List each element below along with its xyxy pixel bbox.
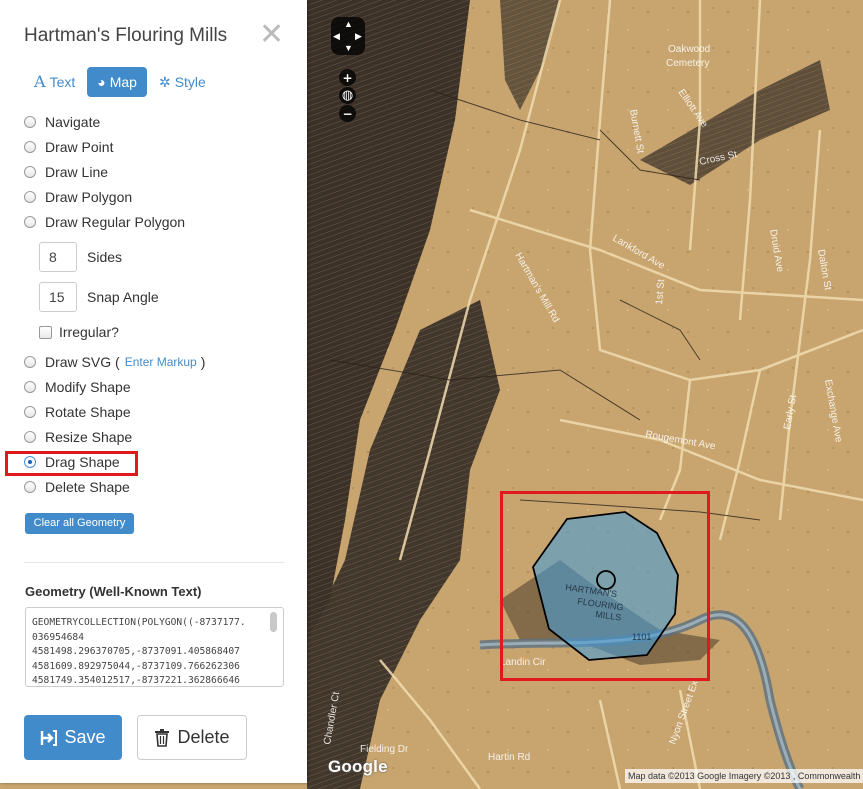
radio-button[interactable]	[24, 191, 36, 203]
textarea-scrollbar[interactable]	[270, 612, 277, 632]
irregular-label: Irregular?	[59, 324, 119, 340]
save-icon	[41, 729, 58, 746]
drag-shape-highlight	[5, 451, 138, 476]
irregular-checkbox[interactable]	[39, 326, 52, 339]
tab-bar: A Text ◕ Map ✲ Style	[24, 67, 218, 97]
zoom-in-button[interactable]: +	[339, 69, 356, 86]
radio-button[interactable]	[24, 116, 36, 128]
tab-text-label: Text	[49, 74, 76, 90]
svg-text:1st St: 1st St	[654, 279, 667, 306]
trash-icon	[155, 728, 170, 747]
tool-label: Draw Line	[45, 164, 109, 180]
pan-control[interactable]: ▲ ◀ ▶ ▼	[331, 17, 365, 55]
tool-label: Draw Point	[45, 139, 114, 155]
radio-button[interactable]	[24, 141, 36, 153]
tool-label: Rotate Shape	[45, 404, 131, 420]
tool-modify-shape[interactable]: Modify Shape	[24, 377, 131, 397]
radio-button[interactable]	[24, 166, 36, 178]
globe-icon: ◕	[97, 74, 106, 90]
save-button[interactable]: Save	[24, 715, 122, 760]
panel-title: Hartman's Flouring Mills	[24, 25, 228, 46]
snap-angle-label: Snap Angle	[87, 289, 159, 305]
radio-button[interactable]	[24, 481, 36, 493]
tab-style-label: Style	[174, 74, 206, 90]
divider	[24, 562, 284, 563]
pan-left-icon[interactable]: ◀	[333, 31, 340, 42]
tab-style[interactable]: ✲ Style	[149, 67, 216, 97]
pan-right-icon[interactable]: ▶	[355, 31, 362, 42]
edit-panel: Hartman's Flouring Mills ✕ A Text ◕ Map …	[0, 0, 307, 783]
close-icon[interactable]: ✕	[259, 20, 284, 50]
tool-delete-shape[interactable]: Delete Shape	[24, 477, 130, 497]
radio-button[interactable]	[24, 406, 36, 418]
radio-button[interactable]	[24, 356, 36, 368]
pan-up-icon[interactable]: ▲	[344, 19, 353, 29]
tool-draw-point[interactable]: Draw Point	[24, 137, 113, 157]
svg-text:Fielding Dr: Fielding Dr	[360, 744, 409, 755]
delete-label: Delete	[177, 727, 230, 747]
sides-label: Sides	[87, 249, 123, 265]
tool-label: Modify Shape	[45, 379, 131, 395]
polygon-highlight-box	[500, 491, 710, 681]
tool-draw-line[interactable]: Draw Line	[24, 162, 108, 182]
google-logo: Google	[328, 757, 388, 776]
globe-icon[interactable]: ◍	[339, 87, 356, 104]
pan-down-icon[interactable]: ▼	[344, 43, 353, 53]
radio-button[interactable]	[24, 216, 36, 228]
tool-navigate[interactable]: Navigate	[24, 112, 100, 132]
tab-map[interactable]: ◕ Map	[87, 67, 147, 97]
tool-label: Draw SVG (	[45, 354, 120, 370]
enter-markup-link[interactable]: Enter Markup	[125, 355, 197, 369]
svg-text:Cemetery: Cemetery	[666, 58, 709, 69]
text-icon: A	[34, 72, 46, 91]
sides-input[interactable]	[39, 242, 77, 272]
tool-label: Resize Shape	[45, 429, 133, 445]
radio-button[interactable]	[24, 381, 36, 393]
tab-map-label: Map	[109, 74, 137, 90]
tool-label: Draw Regular Polygon	[45, 214, 186, 230]
tool-draw-svg[interactable]: Draw SVG ( Enter Markup )	[24, 352, 205, 372]
tool-label-close: )	[200, 354, 206, 370]
tool-resize-shape[interactable]: Resize Shape	[24, 427, 132, 447]
delete-button[interactable]: Delete	[137, 715, 247, 760]
tool-draw-regular-polygon[interactable]: Draw Regular Polygon	[24, 212, 185, 232]
zoom-out-button[interactable]: −	[339, 105, 356, 122]
snap-angle-input[interactable]	[39, 282, 77, 312]
clear-geometry-button[interactable]: Clear all Geometry	[25, 513, 134, 534]
tool-label: Draw Polygon	[45, 189, 133, 205]
map-attribution: Map data ©2013 Google Imagery ©2013 , Co…	[625, 769, 863, 783]
tool-label: Navigate	[45, 114, 101, 130]
tool-rotate-shape[interactable]: Rotate Shape	[24, 402, 131, 422]
tool-draw-polygon[interactable]: Draw Polygon	[24, 187, 132, 207]
gear-icon: ✲	[158, 74, 171, 90]
svg-text:Hartin Rd: Hartin Rd	[488, 752, 530, 763]
save-label: Save	[64, 727, 106, 747]
svg-text:Oakwood: Oakwood	[668, 44, 710, 55]
tool-label: Delete Shape	[45, 479, 130, 495]
tab-text[interactable]: A Text	[24, 67, 85, 97]
geometry-wkt-textarea[interactable]: GEOMETRYCOLLECTION(POLYGON((-8737177. 03…	[25, 607, 284, 687]
radio-button[interactable]	[24, 431, 36, 443]
geometry-label: Geometry (Well-Known Text)	[25, 584, 202, 599]
